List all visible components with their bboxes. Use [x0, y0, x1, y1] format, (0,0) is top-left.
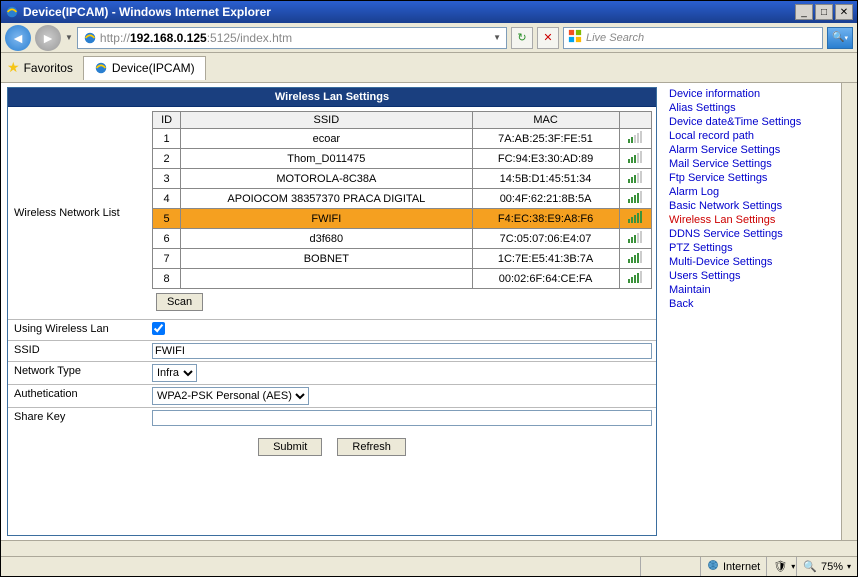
- using-wireless-checkbox[interactable]: [152, 322, 165, 335]
- forward-button[interactable]: ►: [35, 25, 61, 51]
- network-table: ID SSID MAC 1ecoar7A:AB:25:3F:FE:512Thom…: [152, 111, 652, 289]
- table-row[interactable]: 5FWIFIF4:EC:38:E9:A8:F6: [153, 209, 652, 229]
- menu-item[interactable]: PTZ Settings: [665, 241, 835, 255]
- settings-panel: Wireless Lan Settings Wireless Network L…: [7, 87, 657, 536]
- menu-item[interactable]: Back: [665, 297, 835, 311]
- signal-icon: [628, 191, 642, 203]
- using-wireless-label: Using Wireless Lan: [8, 320, 148, 340]
- share-key-input[interactable]: [152, 410, 652, 426]
- menu-item[interactable]: Alarm Log: [665, 185, 835, 199]
- network-type-label: Network Type: [8, 362, 148, 384]
- close-button[interactable]: ✕: [835, 4, 853, 20]
- horizontal-scrollbar[interactable]: [1, 540, 857, 556]
- col-id: ID: [153, 112, 181, 129]
- chevron-down-icon: ▾: [847, 562, 851, 571]
- search-go-button[interactable]: 🔍▾: [827, 27, 853, 49]
- page-icon: [83, 31, 97, 45]
- menu-item[interactable]: Users Settings: [665, 269, 835, 283]
- submit-button[interactable]: Submit: [258, 438, 322, 456]
- search-provider-icon: [568, 29, 582, 46]
- section-title: Wireless Lan Settings: [8, 88, 656, 107]
- search-box[interactable]: Live Search: [563, 27, 823, 49]
- refresh-button[interactable]: ↻: [511, 27, 533, 49]
- signal-icon: [628, 211, 642, 223]
- table-row[interactable]: 800:02:6F:64:CE:FA: [153, 269, 652, 289]
- menu-item[interactable]: Basic Network Settings: [665, 199, 835, 213]
- menu-item[interactable]: Ftp Service Settings: [665, 171, 835, 185]
- address-toolbar: ◄ ► ▼ http://192.168.0.125:5125/index.ht…: [1, 23, 857, 53]
- window-titlebar: Device(IPCAM) - Windows Internet Explore…: [1, 1, 857, 23]
- refresh-page-button[interactable]: Refresh: [337, 438, 406, 456]
- menu-item[interactable]: DDNS Service Settings: [665, 227, 835, 241]
- zoom-icon: 🔍: [803, 560, 817, 573]
- menu-item[interactable]: Wireless Lan Settings: [665, 213, 835, 227]
- table-row[interactable]: 3MOTOROLA-8C38A14:5B:D1:45:51:34: [153, 169, 652, 189]
- ssid-label: SSID: [8, 341, 148, 361]
- back-button[interactable]: ◄: [5, 25, 31, 51]
- signal-icon: [628, 151, 642, 163]
- menu-item[interactable]: Alias Settings: [665, 101, 835, 115]
- stop-icon: ✕: [543, 31, 552, 44]
- maximize-button[interactable]: □: [815, 4, 833, 20]
- vertical-scrollbar[interactable]: [841, 83, 857, 540]
- side-menu: Device informationAlias SettingsDevice d…: [665, 87, 835, 536]
- url-dropdown-icon[interactable]: ▼: [490, 33, 504, 42]
- window-title: Device(IPCAM) - Windows Internet Explore…: [23, 5, 795, 19]
- nav-dropdown-icon[interactable]: ▼: [65, 33, 73, 42]
- signal-icon: [628, 231, 642, 243]
- col-signal: [619, 112, 651, 129]
- wireless-list-label: Wireless Network List: [8, 107, 148, 319]
- ssid-input[interactable]: [152, 343, 652, 359]
- protected-mode-indicator: 🛡 ▾: [766, 557, 796, 576]
- signal-icon: [628, 271, 642, 283]
- stop-button[interactable]: ✕: [537, 27, 559, 49]
- signal-icon: [628, 131, 642, 143]
- ie-icon: [5, 5, 19, 19]
- signal-icon: [628, 171, 642, 183]
- zoom-control[interactable]: 🔍 75% ▾: [796, 557, 857, 576]
- menu-item[interactable]: Alarm Service Settings: [665, 143, 835, 157]
- globe-icon: [707, 559, 719, 574]
- menu-item[interactable]: Local record path: [665, 129, 835, 143]
- col-mac: MAC: [472, 112, 619, 129]
- table-row[interactable]: 6d3f6807C:05:07:06:E4:07: [153, 229, 652, 249]
- menu-item[interactable]: Device date&Time Settings: [665, 115, 835, 129]
- tabs-toolbar: ★ Favoritos Device(IPCAM): [1, 53, 857, 83]
- menu-item[interactable]: Device information: [665, 87, 835, 101]
- table-row[interactable]: 1ecoar7A:AB:25:3F:FE:51: [153, 129, 652, 149]
- table-row[interactable]: 4APOIOCOM 38357370 PRACA DIGITAL00:4F:62…: [153, 189, 652, 209]
- share-key-label: Share Key: [8, 408, 148, 428]
- status-bar: Internet 🛡 ▾ 🔍 75% ▾: [1, 556, 857, 576]
- network-type-select[interactable]: Infra: [152, 364, 197, 382]
- menu-item[interactable]: Multi-Device Settings: [665, 255, 835, 269]
- minimize-button[interactable]: _: [795, 4, 813, 20]
- table-row[interactable]: 2Thom_D011475FC:94:E3:30:AD:89: [153, 149, 652, 169]
- signal-icon: [628, 251, 642, 263]
- col-ssid: SSID: [181, 112, 472, 129]
- authentication-label: Authetication: [8, 385, 148, 407]
- star-icon: ★: [7, 59, 20, 76]
- menu-item[interactable]: Mail Service Settings: [665, 157, 835, 171]
- security-zone: Internet: [700, 557, 766, 576]
- authentication-select[interactable]: WPA2-PSK Personal (AES): [152, 387, 309, 405]
- tab-icon: [94, 61, 108, 75]
- scan-button[interactable]: Scan: [156, 293, 203, 311]
- address-bar[interactable]: http://192.168.0.125:5125/index.htm ▼: [77, 27, 507, 49]
- browser-tab[interactable]: Device(IPCAM): [83, 56, 206, 80]
- table-row[interactable]: 7BOBNET1C:7E:E5:41:3B:7A: [153, 249, 652, 269]
- refresh-icon: ↻: [517, 31, 526, 44]
- shield-icon: 🛡: [773, 560, 787, 573]
- favorites-button[interactable]: ★ Favoritos: [7, 59, 73, 76]
- menu-item[interactable]: Maintain: [665, 283, 835, 297]
